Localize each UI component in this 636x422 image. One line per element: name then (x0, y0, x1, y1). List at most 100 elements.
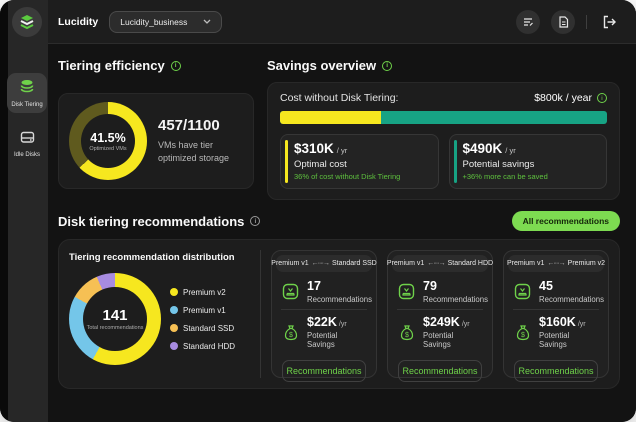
tier-from: Premium v1 (386, 260, 425, 267)
potential-savings-label: Potential savings (462, 159, 535, 170)
money-bag-icon: $ (281, 323, 300, 342)
recommendations-stat: 45 Recommendations (513, 274, 604, 309)
potential-savings-amount: $490K (462, 141, 503, 156)
drive-icon (513, 282, 532, 301)
recommendation-count: 17 (307, 279, 321, 293)
tiering-efficiency-section: Tiering efficiency i 41.5% Optimized VMs… (58, 58, 254, 200)
savings-amount: $22K/yr (307, 315, 367, 329)
recommendation-card-ssd: Premium v1 ←····→ Standard SSD 17 Recomm… (271, 250, 377, 382)
savings-stat: $ $22K/yr Potential Savings (281, 310, 367, 354)
savings-overview-card: Cost without Disk Tiering: $800k / year … (267, 82, 620, 200)
lucidity-logo (12, 7, 42, 37)
sidebar-item-label: Disk Tiering (11, 102, 43, 108)
layers-logo-icon (20, 15, 34, 30)
all-recommendations-button[interactable]: All recommendations (511, 211, 620, 231)
svg-text:$: $ (405, 332, 409, 339)
info-icon[interactable]: i (382, 60, 393, 71)
tier-transition-header: Premium v1 ←····→ Standard HDD (387, 255, 493, 272)
legend-dot (170, 306, 178, 314)
optimal-cost-bar-segment (280, 111, 382, 124)
bidirectional-arrow-icon: ←····→ (311, 260, 330, 267)
potential-savings-value: $490K / yr (463, 141, 599, 156)
potential-savings-unit: / yr (505, 146, 516, 155)
drive-icon (281, 282, 300, 301)
total-recommendations-label: Total recommendations (86, 325, 144, 331)
recommendations-button[interactable]: Recommendations (282, 360, 366, 382)
tier-transition-header: Premium v1 ←····→ Standard SSD (271, 255, 377, 272)
savings-value: $160K (539, 315, 576, 329)
notes-button[interactable] (516, 9, 540, 34)
savings-value: $249K (423, 315, 460, 329)
content: Tiering efficiency i 41.5% Optimized VMs… (48, 44, 636, 422)
potential-savings-box: $490K / yr Potential savings +36% more ca… (448, 134, 607, 189)
vm-ratio: 457/1100 (158, 117, 220, 135)
recommendations-title-text: Disk tiering recommendations (58, 213, 245, 229)
tiering-efficiency-card: 41.5% Optimized VMs 457/1100 VMs have ti… (58, 93, 254, 189)
document-button[interactable] (551, 9, 575, 34)
recommendations-stat: 79 Recommendations (397, 274, 488, 309)
savings-value: $22K (307, 315, 337, 329)
disk-stack-icon (20, 80, 34, 93)
chevron-down-icon (203, 19, 211, 24)
drive-icon (397, 282, 416, 301)
savings-amount: $249K/yr (423, 315, 483, 329)
top-row: Tiering efficiency i 41.5% Optimized VMs… (58, 58, 620, 200)
sidebar-nav: Disk Tiering Idle Disks (7, 73, 47, 163)
optimal-cost-label: Optimal cost (294, 159, 347, 170)
app-window: Disk Tiering Idle Disks Lucidity Lucidit… (0, 0, 636, 422)
legend-dot (170, 324, 178, 332)
card-body: 45 Recommendations $ $160K/yr Potential … (508, 272, 604, 384)
info-icon[interactable]: i (170, 60, 181, 71)
info-icon[interactable]: i (250, 216, 261, 226)
distribution-donut-chart: 141 Total recommendations (69, 273, 161, 365)
svg-text:$: $ (289, 332, 293, 339)
sidebar-item-disk-tiering[interactable]: Disk Tiering (7, 73, 47, 113)
tiering-efficiency-title: Tiering efficiency i (58, 58, 254, 73)
legend-dot (170, 288, 178, 296)
savings-stat: $ $249K/yr Potential Savings (397, 310, 483, 354)
tier-to: Premium v2 (567, 260, 606, 267)
sidebar-item-label: Idle Disks (13, 152, 40, 158)
info-icon[interactable]: i (597, 93, 607, 103)
tier-transition-header: Premium v1 ←····→ Premium v2 (507, 255, 606, 272)
optimized-percent-label: Optimized VMs (89, 145, 127, 152)
card-body: 17 Recommendations $ $22K/yr Potential S… (276, 272, 372, 384)
savings-amount: $160K/yr (539, 315, 599, 329)
legend-label: Premium v1 (183, 305, 226, 315)
logout-button[interactable] (598, 15, 620, 29)
bidirectional-arrow-icon: ←····→ (427, 260, 445, 267)
distribution-title: Tiering recommendation distribution (69, 252, 235, 263)
cost-value-text: $800k / year (534, 92, 592, 104)
recommendations-button[interactable]: Recommendations (514, 360, 598, 382)
savings-unit: /yr (577, 321, 586, 328)
efficiency-text: 457/1100 VMs have tier optimized storage (158, 117, 250, 164)
bidirectional-arrow-icon: ←····→ (547, 260, 565, 267)
money-bag-icon: $ (513, 323, 532, 342)
organization-dropdown[interactable]: Lucidity_business (109, 10, 223, 33)
cost-savings-bar (280, 111, 607, 124)
potential-savings-accent-bar (453, 140, 457, 183)
legend-item-standard-hdd: Standard HDD (170, 342, 235, 351)
legend-label: Standard SSD (183, 323, 235, 333)
svg-text:$: $ (521, 332, 525, 339)
notes-icon (524, 17, 533, 26)
sidebar-item-idle-disks[interactable]: Idle Disks (7, 125, 47, 163)
total-recommendations-count: 141 (102, 307, 128, 324)
legend-dot (170, 342, 178, 350)
document-icon (558, 15, 568, 28)
recommendation-count-label: Recommendations (539, 295, 605, 304)
recommendations-button[interactable]: Recommendations (398, 360, 482, 382)
legend-label: Standard HDD (183, 341, 236, 351)
savings-unit: /yr (461, 321, 470, 328)
legend-item-premium-v1: Premium v1 (170, 306, 235, 315)
legend-label: Premium v2 (183, 287, 226, 297)
brand-name: Lucidity (58, 15, 99, 28)
topbar-divider (586, 14, 587, 29)
cost-value: $800k / year i (534, 92, 607, 104)
savings-unit: /yr (338, 321, 347, 328)
tier-to: Standard SSD (331, 260, 377, 267)
cost-label: Cost without Disk Tiering: (280, 92, 399, 104)
tier-from: Premium v1 (271, 260, 309, 267)
money-bag-icon: $ (397, 323, 416, 342)
vm-ratio-label: VMs have tier optimized storage (158, 140, 230, 163)
